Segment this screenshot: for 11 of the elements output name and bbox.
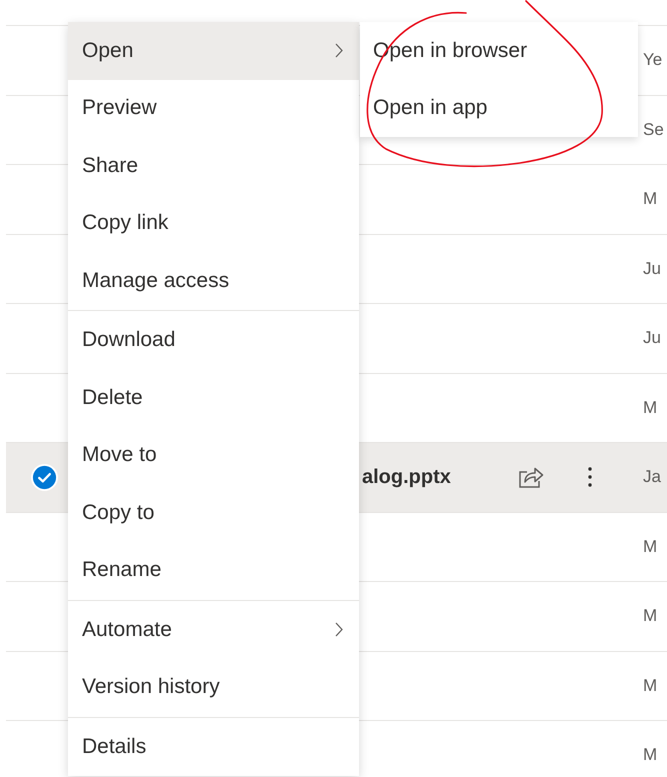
date-cell-text: M <box>643 745 658 766</box>
date-cell-text: M <box>643 606 658 626</box>
date-cell-text: Ye <box>643 50 664 70</box>
date-cell-text: M <box>643 189 658 210</box>
date-cell-text: Se <box>643 120 665 140</box>
date-cell-text: M <box>643 398 658 418</box>
date-cell-text: M <box>643 676 658 696</box>
date-cell-text: Ja <box>643 467 662 488</box>
date-cell-text: Ju <box>643 258 662 279</box>
date-cell-text: M <box>643 536 658 557</box>
date-cell-text: Ju <box>643 328 662 348</box>
